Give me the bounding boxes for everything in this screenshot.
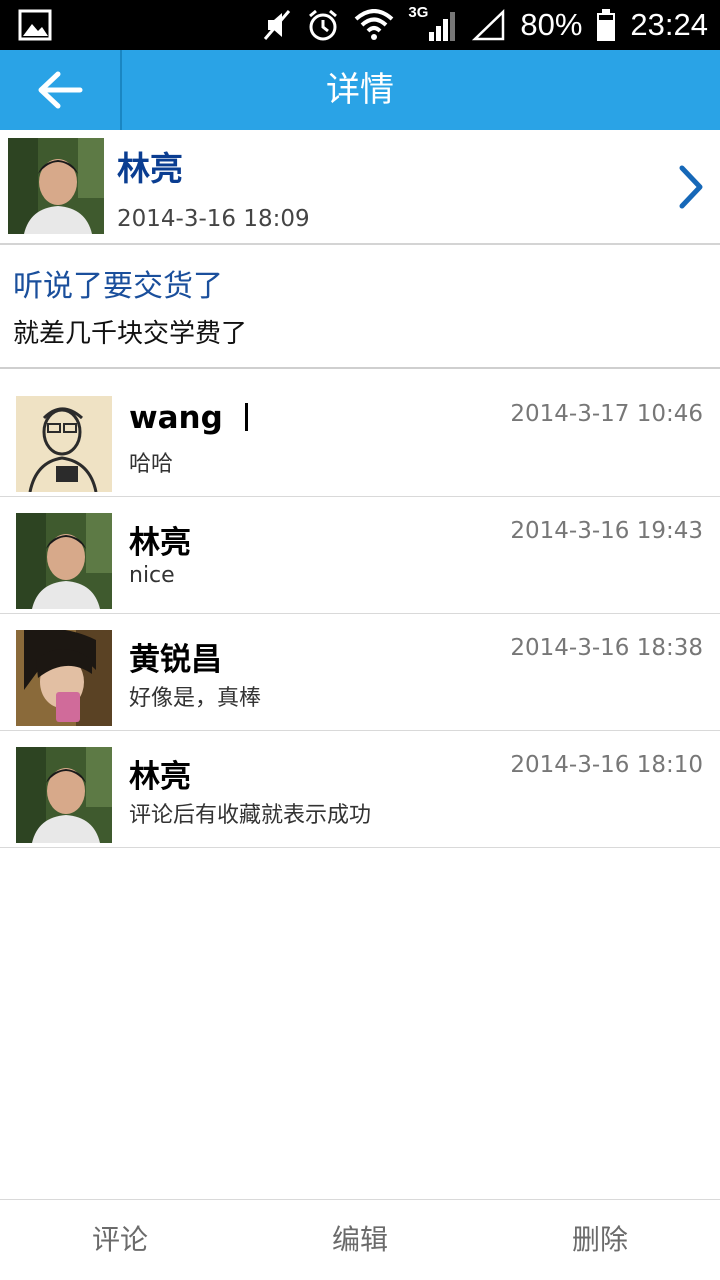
comment-author: 黄锐昌: [129, 642, 222, 678]
edit-button[interactable]: 编辑: [240, 1200, 480, 1280]
comment-time: 2014-3-16 19:43: [510, 518, 703, 544]
post-author-row[interactable]: 林亮 2014-3-16 18:09: [0, 130, 720, 245]
comment-author-text: wang: [129, 400, 223, 436]
bottom-action-bar: 评论 编辑 删除: [0, 1199, 720, 1280]
post-text: 就差几千块交学费了: [13, 319, 248, 349]
back-arrow-icon: [38, 71, 83, 109]
battery-percent: 80%: [520, 7, 583, 42]
post-title: 听说了要交货了: [13, 269, 223, 304]
list-item[interactable]: 林亮 2014-3-16 19:43 nice: [0, 497, 720, 614]
title-divider: [120, 50, 122, 130]
title-bar: 详情: [0, 50, 720, 130]
comment-list: wang 2014-3-17 10:46 哈哈 林亮 2014-3-16 19:…: [0, 380, 720, 848]
alarm-icon: [309, 9, 338, 41]
avatar[interactable]: [16, 630, 112, 726]
comment-author: 林亮: [129, 525, 191, 561]
text-cursor: [244, 403, 248, 431]
comment-time: 2014-3-16 18:10: [510, 752, 703, 778]
comment-time: 2014-3-16 18:38: [510, 635, 703, 661]
post-body: 听说了要交货了 就差几千块交学费了: [0, 245, 720, 369]
list-item[interactable]: 林亮 2014-3-16 18:10 评论后有收藏就表示成功: [0, 731, 720, 848]
chevron-right-icon[interactable]: [676, 164, 706, 210]
post-date: 2014-3-16 18:09: [117, 206, 310, 232]
back-button[interactable]: [0, 50, 120, 130]
list-item[interactable]: 黄锐昌 2014-3-16 18:38 好像是，真棒: [0, 614, 720, 731]
status-bar: 3G 80% 23:24: [0, 0, 720, 50]
battery-icon: [597, 9, 616, 41]
comment-button[interactable]: 评论: [0, 1200, 240, 1280]
clock: 23:24: [630, 7, 708, 42]
avatar[interactable]: [16, 747, 112, 843]
comment-author: wang: [129, 400, 248, 436]
wifi-icon: [355, 9, 394, 40]
mute-icon: [264, 10, 291, 40]
signal-empty-icon: [472, 9, 505, 41]
avatar[interactable]: [8, 138, 104, 234]
network-type: 3G: [408, 4, 429, 21]
comment-text: 哈哈: [129, 452, 174, 477]
post-author: 林亮: [117, 149, 183, 188]
comment-text: 评论后有收藏就表示成功: [129, 803, 372, 828]
comment-time: 2014-3-17 10:46: [510, 401, 703, 427]
signal-icon: 3G: [408, 4, 458, 42]
list-item[interactable]: wang 2014-3-17 10:46 哈哈: [0, 380, 720, 497]
gallery-icon: [18, 9, 52, 41]
comment-text: nice: [129, 563, 175, 588]
comment-text: 好像是，真棒: [129, 686, 262, 711]
delete-button[interactable]: 删除: [480, 1200, 720, 1280]
comment-author: 林亮: [129, 759, 191, 795]
avatar[interactable]: [16, 396, 112, 492]
avatar[interactable]: [16, 513, 112, 609]
